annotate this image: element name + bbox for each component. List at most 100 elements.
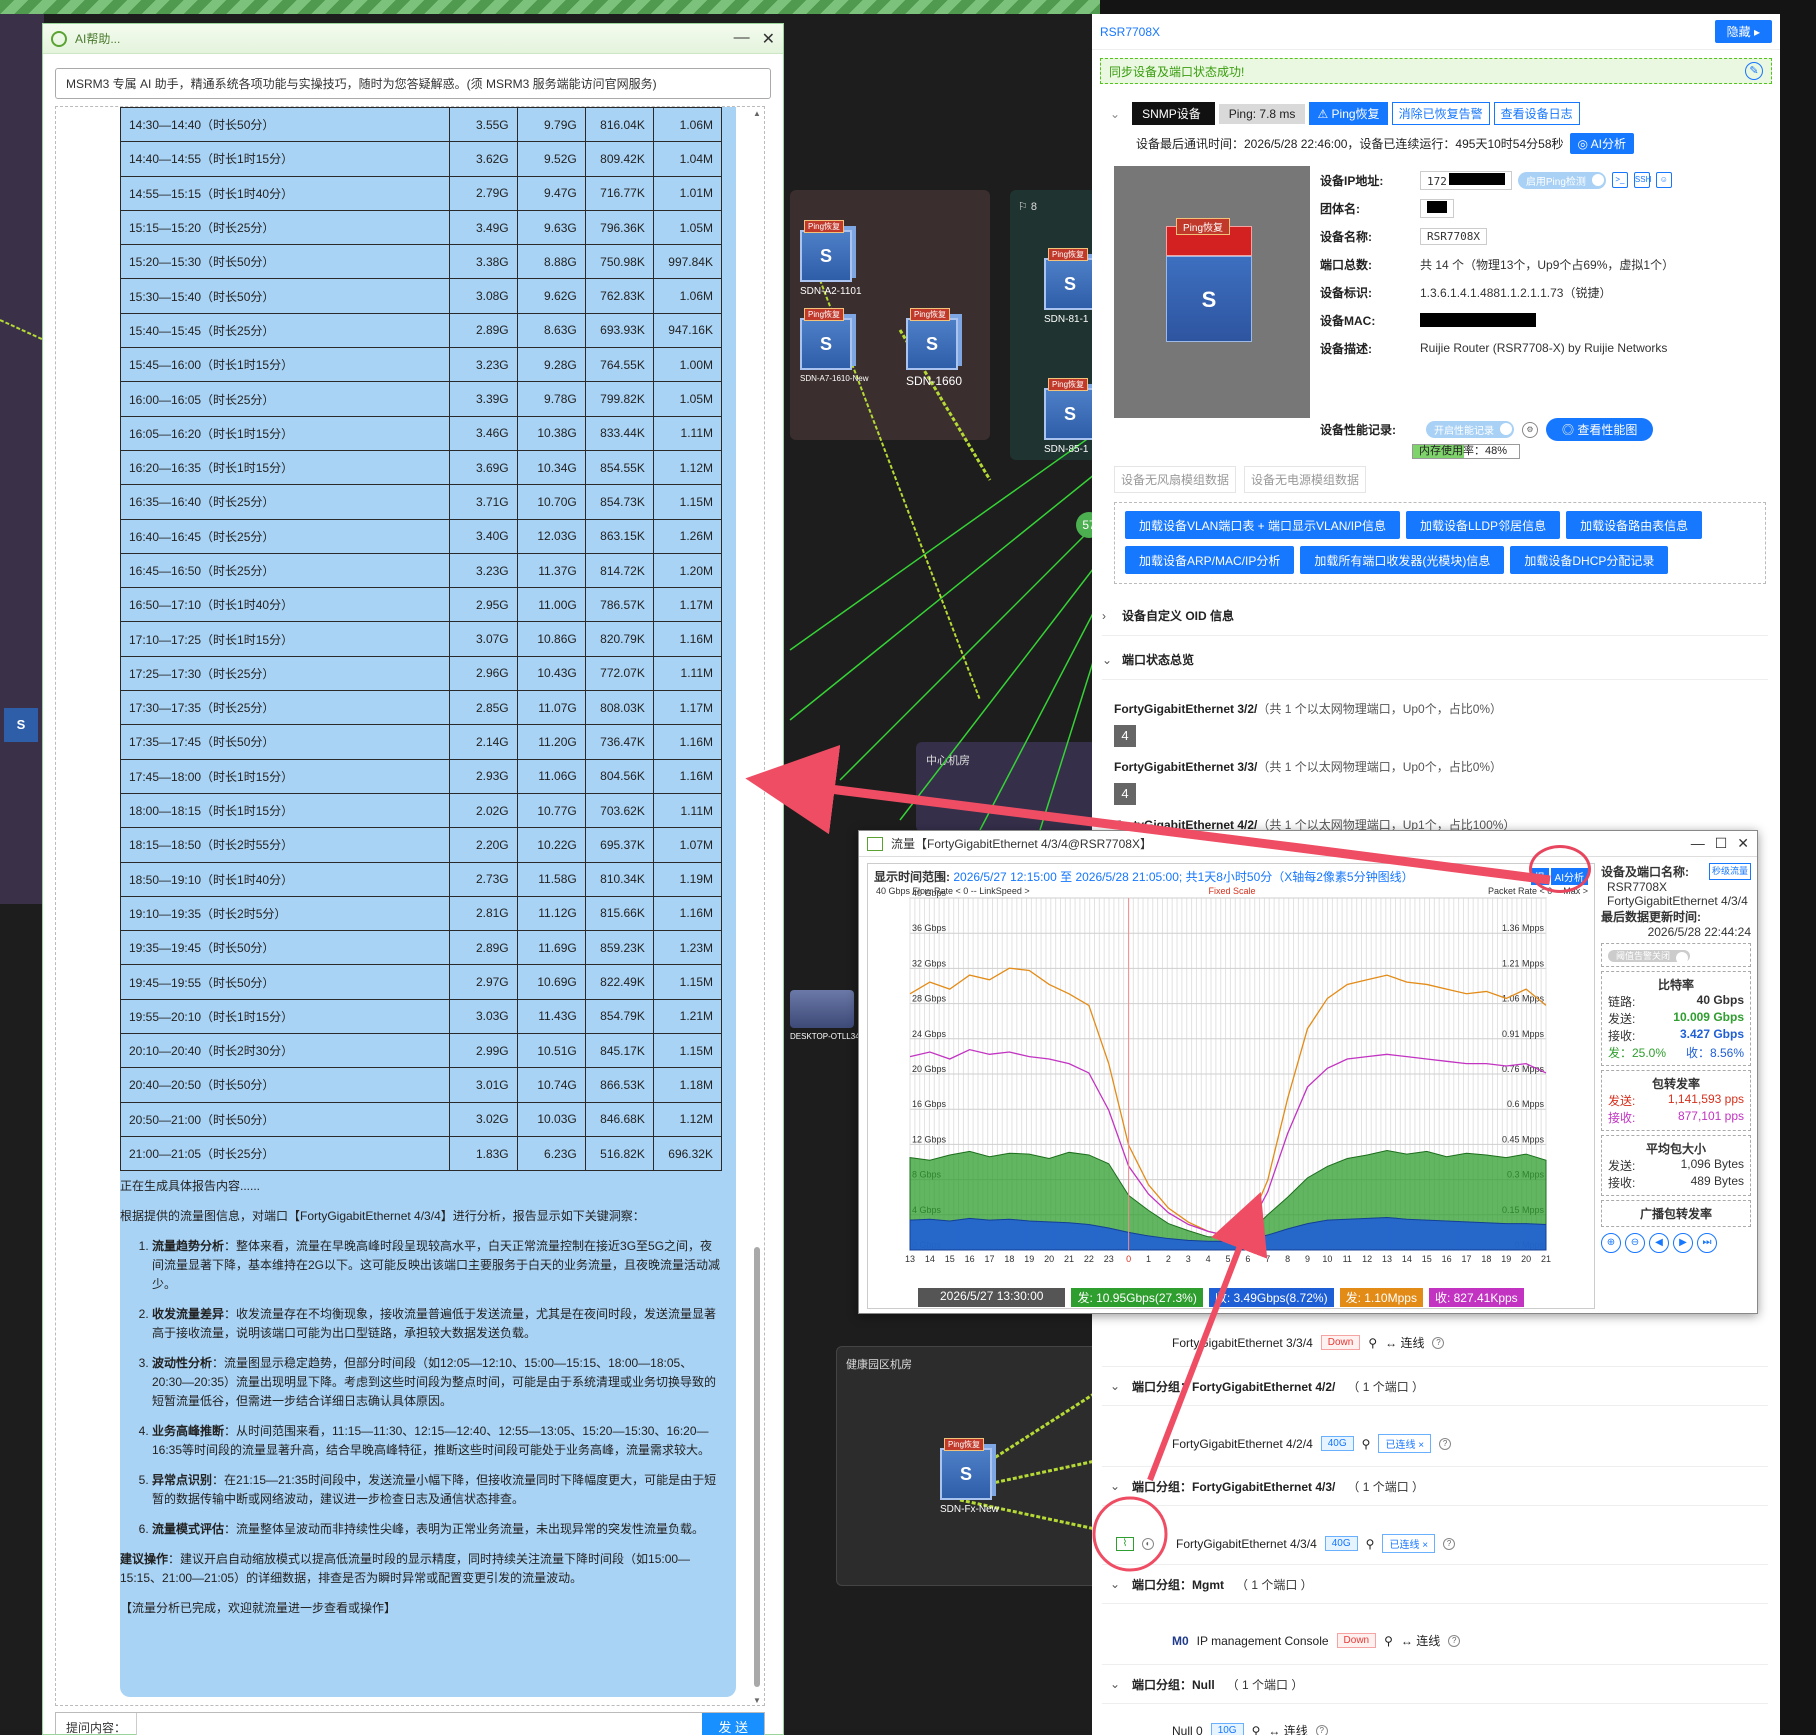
help-icon[interactable]: ? <box>1448 1634 1461 1647</box>
scroll-up-icon[interactable]: ▲ <box>753 109 761 118</box>
view-log-button[interactable]: 查看设备日志 <box>1493 102 1580 125</box>
load-route-button[interactable]: 加载设备路由表信息 <box>1566 511 1703 539</box>
value-cell: 696.32K <box>652 1135 723 1172</box>
prev-icon[interactable]: ◀ <box>1649 1233 1669 1253</box>
seconds-traffic-button[interactable]: 秒级流量 <box>1708 863 1751 880</box>
port-row-null0[interactable]: Null 0 10G ⚲ ↔ 连线 ? <box>1172 1722 1328 1735</box>
period-cell: 15:45—16:00（时长1时15分） <box>120 347 450 383</box>
chart-side-panel: 设备及端口名称: 秒级流量 RSR7708X FortyGigabitEther… <box>1601 863 1751 1309</box>
link-button[interactable]: ↔ 连线 <box>1385 1334 1424 1351</box>
port-row-4-3-4[interactable]: ⌇ ◐ FortyGigabitEthernet 4/3/4 40G ⚲ 已连线… <box>1116 1534 1456 1553</box>
traffic-chart-icon[interactable]: ⌇ <box>1116 1536 1134 1551</box>
ai-help-window[interactable]: AI帮助... — ✕ MSRM3 专属 AI 助手，精通系统各项功能与实操技巧… <box>42 23 784 1735</box>
help-icon[interactable]: ? <box>1443 1537 1456 1550</box>
minimize-button[interactable]: — <box>734 29 750 49</box>
port-row-4-2-4[interactable]: FortyGigabitEthernet 4/2/4 40G ⚲ 已连线 × ? <box>1172 1434 1452 1453</box>
custom-oid-section[interactable]: › 设备自定义 OID 信息 <box>1102 596 1768 636</box>
ai-window-titlebar[interactable]: AI帮助... — ✕ <box>43 24 783 54</box>
clear-alarm-button[interactable]: 消除已恢复告警 <box>1391 102 1490 125</box>
location-pin-icon[interactable]: ⚲ <box>1366 1537 1375 1551</box>
device-desktop[interactable]: DESKTOP-OTLL344 <box>790 990 864 1041</box>
location-pin-icon[interactable]: ⚲ <box>1368 1336 1377 1350</box>
insight-title: 流量趋势分析 <box>152 1239 225 1253</box>
x-tick-label: 4 <box>1206 1254 1211 1264</box>
device-name-tab[interactable]: RSR7708X <box>1100 25 1160 39</box>
ping-detect-toggle[interactable]: 启用Ping检测 <box>1517 171 1606 189</box>
location-pin-icon[interactable]: ⚲ <box>1252 1724 1261 1735</box>
group-header-mgmt[interactable]: ⌄ 端口分组：Mgmt （ 1 个端口 ） <box>1102 1564 1768 1604</box>
info-key: 设备MAC: <box>1320 313 1376 328</box>
scroll-down-icon[interactable]: ▼ <box>753 1696 761 1705</box>
port-row-3-3-4[interactable]: FortyGigabitEthernet 3/3/4 Down ⚲ ↔ 连线 ? <box>1172 1334 1445 1351</box>
traffic-table-row: 16:40—16:45（时长25分） 3.40G 12.03G 863.15K 1.26… <box>120 518 723 554</box>
device-sdn-1660[interactable]: Ping恢复 S SDN-1660 <box>906 308 966 388</box>
zoom-in-icon[interactable]: ⊕ <box>1601 1233 1621 1253</box>
close-button[interactable]: ✕ <box>1737 835 1749 852</box>
community-value[interactable] <box>1420 198 1454 218</box>
link-button[interactable]: ↔ 连线 <box>1401 1632 1440 1649</box>
ip-value[interactable]: 172 <box>1420 170 1512 190</box>
traffic-plot[interactable]: 0 Gbps4 Gbps8 Gbps12 Gbps16 Gbps20 Gbps2… <box>874 884 1590 1280</box>
web-icon[interactable]: ☺ <box>1655 172 1672 188</box>
insight-title: 流量模式评估 <box>152 1522 225 1536</box>
ssh-icon[interactable]: SSH <box>1633 172 1651 188</box>
linked-badge[interactable]: 已连线 × <box>1382 1534 1436 1553</box>
load-vlan-button[interactable]: 加载设备VLAN端口表 + 端口显示VLAN/IP信息 <box>1125 511 1401 539</box>
port-number-box[interactable]: 4 <box>1114 725 1136 747</box>
traffic-chart-window[interactable]: 流量【FortyGigabitEthernet 4/3/4@RSR7708X】 … <box>858 830 1758 1314</box>
chart-window-titlebar[interactable]: 流量【FortyGigabitEthernet 4/3/4@RSR7708X】 … <box>859 831 1757 857</box>
help-icon[interactable]: ? <box>1432 1336 1445 1349</box>
scroll-thumb[interactable] <box>754 1247 760 1687</box>
ping-recovered-badge[interactable]: ⚠ Ping恢复 <box>1309 102 1388 125</box>
device-left-edge[interactable]: S <box>4 708 38 742</box>
load-transceiver-button[interactable]: 加载所有端口收发器(光模块)信息 <box>1300 546 1505 574</box>
chevron-down-icon: ⌄ <box>1110 1677 1121 1691</box>
perf-toggle[interactable]: 开启性能记录 <box>1426 421 1514 438</box>
help-icon[interactable]: ? <box>1439 1437 1452 1450</box>
send-button[interactable]: 发 送 <box>702 1713 764 1735</box>
value-cell: 820.79K <box>584 621 654 657</box>
link-button[interactable]: ↔ 连线 <box>1268 1722 1307 1735</box>
hide-button[interactable]: 隐藏 ▸ <box>1714 20 1772 43</box>
zoom-out-icon[interactable]: ⊖ <box>1625 1233 1645 1253</box>
load-dhcp-button[interactable]: 加载设备DHCP分配记录 <box>1510 546 1669 574</box>
threshold-box: 阈值告警关闭 <box>1601 943 1751 967</box>
edit-icon[interactable]: ✎ <box>1745 62 1763 80</box>
linked-badge[interactable]: 已连线 × <box>1378 1434 1432 1453</box>
collapse-chevron-icon[interactable]: ⌄ <box>1110 107 1120 121</box>
x-tick-label: 15 <box>1422 1254 1432 1264</box>
value-cell: 3.55G <box>448 106 518 143</box>
location-pin-icon[interactable]: ⚲ <box>1362 1437 1371 1451</box>
minimize-button[interactable]: — <box>1691 835 1705 852</box>
ai-analyze-button[interactable]: ◎ AI分析 <box>1569 133 1634 154</box>
view-perf-button[interactable]: ◎ 查看性能图 <box>1546 418 1654 441</box>
load-arp-button[interactable]: 加载设备ARP/MAC/IP分析 <box>1125 546 1295 574</box>
settings-icon[interactable]: ⚙ <box>1522 421 1538 438</box>
port-number-box[interactable]: 4 <box>1114 783 1136 805</box>
port-overview-section[interactable]: ⌄ 端口状态总览 <box>1102 640 1768 680</box>
device-sdn-a2-1101[interactable]: Ping恢复 S SDN-A2-1101 <box>800 220 862 297</box>
close-button[interactable]: ✕ <box>762 29 775 49</box>
load-lldp-button[interactable]: 加载设备LLDP邻居信息 <box>1406 511 1561 539</box>
chat-scrollbar[interactable]: ▲ ▼ <box>752 107 762 1707</box>
location-pin-icon[interactable]: ⚲ <box>1384 1634 1393 1648</box>
device-sdn-fx-new[interactable]: Ping恢复 S SDN-Fx-New <box>940 1438 1000 1515</box>
help-icon[interactable]: ? <box>1315 1724 1328 1735</box>
group-header-null[interactable]: ⌄ 端口分组：Null （ 1 个端口 ） <box>1102 1664 1768 1704</box>
threshold-toggle[interactable]: 阈值告警关闭 <box>1608 950 1691 962</box>
port-status-icon[interactable]: ◐ <box>1142 1537 1154 1550</box>
question-input[interactable] <box>137 1713 703 1735</box>
device-sdn-a7-1610-new[interactable]: Ping恢复 S SDN-A7-1610-New <box>800 308 868 383</box>
group-header-4-2[interactable]: ⌄ 端口分组：FortyGigabitEthernet 4/2/ （ 1 个端口… <box>1102 1366 1768 1406</box>
latest-icon[interactable]: ⏭ <box>1697 1233 1717 1253</box>
terminal-icon[interactable]: >_ <box>1611 172 1628 188</box>
device-name-value[interactable]: RSR7708X <box>1420 227 1487 245</box>
value-cell: 695.37K <box>584 827 654 863</box>
port-row-m0[interactable]: M0 IP management Console Down ⚲ ↔ 连线 ? <box>1172 1632 1461 1649</box>
group-header-4-3[interactable]: ⌄ 端口分组：FortyGigabitEthernet 4/3/ （ 1 个端口… <box>1102 1466 1768 1506</box>
generating-text: 正在生成具体报告内容...... <box>120 1179 261 1193</box>
next-icon[interactable]: ▶ <box>1673 1233 1693 1253</box>
maximize-button[interactable]: ☐ <box>1715 835 1728 852</box>
ai-chat-area[interactable]: 14:30—14:40（时长50分） 3.55G 9.79G 816.04K 1.06M… <box>55 106 765 1706</box>
value-cell: 1.26M <box>652 518 723 554</box>
